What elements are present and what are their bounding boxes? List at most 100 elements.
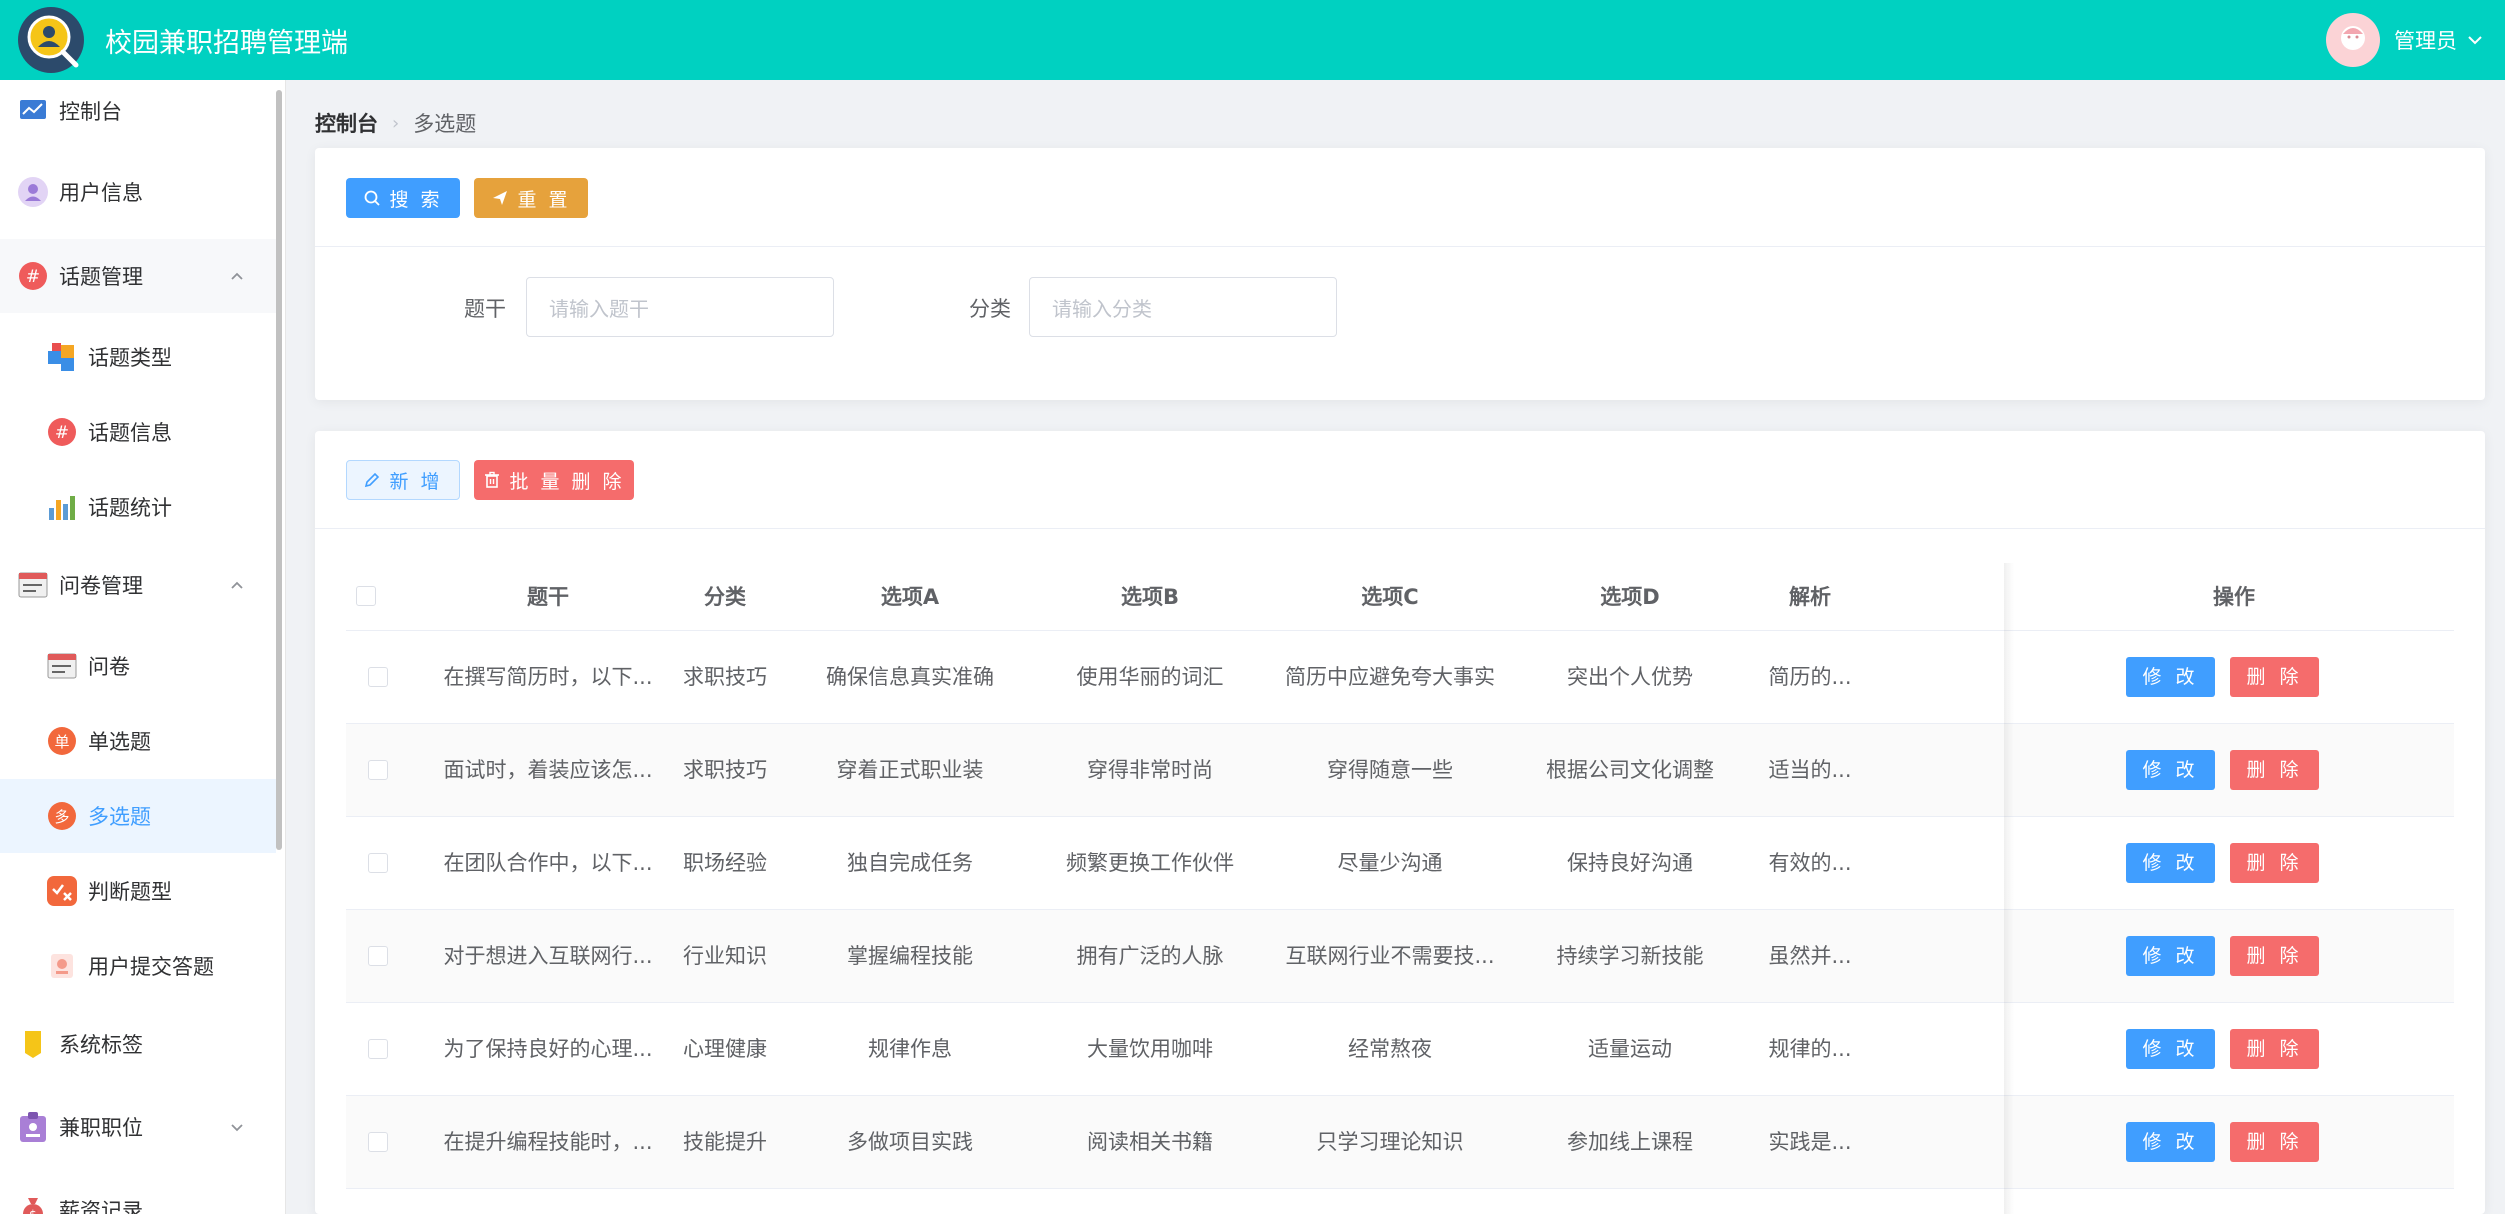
sidebar-item-part-time-jobs[interactable]: 兼职职位 xyxy=(0,1090,276,1164)
edit-button[interactable]: 修 改 xyxy=(2126,936,2215,976)
delete-button[interactable]: 删 除 xyxy=(2230,1029,2319,1069)
search-card: 搜 索 重 置 题干 请输入题干 分类 请输入分类 xyxy=(315,148,2485,400)
cell-option-d: 保持良好沟通 xyxy=(1567,851,1693,875)
reset-button[interactable]: 重 置 xyxy=(474,178,588,218)
cell-option-c: 穿得随意一些 xyxy=(1327,758,1453,782)
sidebar-item-topic-stats[interactable]: 话题统计 xyxy=(0,470,276,544)
hashtag-icon: # xyxy=(17,260,49,292)
app-title: 校园兼职招聘管理端 xyxy=(105,27,348,59)
svg-text:#: # xyxy=(55,423,69,443)
row-checkbox[interactable] xyxy=(368,853,388,873)
sidebar-item-survey-management[interactable]: 问卷管理 xyxy=(0,548,276,622)
blocks-icon xyxy=(46,341,78,373)
cell-option-a: 掌握编程技能 xyxy=(847,944,973,968)
select-all-checkbox[interactable] xyxy=(356,586,376,606)
sidebar-item-survey[interactable]: 问卷 xyxy=(0,629,276,703)
sidebar-item-label: 判断题型 xyxy=(88,880,172,904)
batch-delete-button[interactable]: 批 量 删 除 xyxy=(474,460,634,500)
sidebar-item-label: 用户信息 xyxy=(59,181,143,205)
edit-button[interactable]: 修 改 xyxy=(2126,1122,2215,1162)
search-button[interactable]: 搜 索 xyxy=(346,178,460,218)
user-menu[interactable]: 管理员 xyxy=(2326,0,2485,80)
cell-option-d: 参加线上课程 xyxy=(1567,1130,1693,1154)
cell-stem: 在团队合作中，以下... xyxy=(443,851,653,875)
cell-option-c: 经常熬夜 xyxy=(1348,1037,1432,1061)
edit-button[interactable]: 修 改 xyxy=(2126,843,2215,883)
submit-icon xyxy=(46,950,78,982)
stem-search-input[interactable]: 请输入题干 xyxy=(526,277,834,337)
cell-option-a: 穿着正式职业装 xyxy=(836,758,984,782)
row-checkbox[interactable] xyxy=(368,760,388,780)
cell-category: 心理健康 xyxy=(683,1037,767,1061)
cell-option-d: 突出个人优势 xyxy=(1567,665,1693,689)
edit-button[interactable]: 修 改 xyxy=(2126,750,2215,790)
cell-option-c: 只学习理论知识 xyxy=(1316,1130,1464,1154)
row-checkbox[interactable] xyxy=(368,946,388,966)
edit-button[interactable]: 修 改 xyxy=(2126,1029,2215,1069)
cell-stem: 在撰写简历时，以下... xyxy=(443,665,653,689)
sidebar-item-label: 系统标签 xyxy=(59,1033,143,1057)
cell-option-b: 穿得非常时尚 xyxy=(1087,758,1213,782)
cell-option-c: 尽量少沟通 xyxy=(1337,851,1443,875)
column-header-option-b: 选项B xyxy=(1120,585,1179,609)
add-button[interactable]: 新 增 xyxy=(346,460,460,500)
edit-button[interactable]: 修 改 xyxy=(2126,657,2215,697)
column-header-option-a: 选项A xyxy=(880,585,940,609)
sidebar-item-user-submissions[interactable]: 用户提交答题 xyxy=(0,929,276,1003)
cell-category: 技能提升 xyxy=(683,1130,767,1154)
delete-button[interactable]: 删 除 xyxy=(2230,1122,2319,1162)
sidebar-scrollbar[interactable] xyxy=(276,90,282,850)
delete-button[interactable]: 删 除 xyxy=(2230,843,2319,883)
chevron-down-icon xyxy=(231,1124,243,1132)
cell-analysis: 简历的... xyxy=(1768,665,1852,689)
chart-line-icon xyxy=(17,95,49,127)
search-icon xyxy=(365,190,381,206)
column-header-analysis: 解析 xyxy=(1789,585,1831,609)
sidebar-item-user-info[interactable]: 用户信息 xyxy=(0,155,276,229)
sidebar-item-single-choice[interactable]: 单 单选题 xyxy=(0,704,276,778)
cell-option-b: 拥有广泛的人脉 xyxy=(1076,944,1224,968)
tag-icon xyxy=(17,1028,49,1060)
delete-button[interactable]: 删 除 xyxy=(2230,936,2319,976)
sidebar-item-multi-choice[interactable]: 多 多选题 xyxy=(0,779,276,853)
sidebar-item-judge[interactable]: 判断题型 xyxy=(0,854,276,928)
chevron-down-icon[interactable] xyxy=(2465,30,2485,50)
table-row: 在提升编程技能时，... 技能提升 多做项目实践 阅读相关书籍 只学习理论知识 参加线上课… xyxy=(346,1096,2454,1189)
top-header: 校园兼职招聘管理端 管理员 xyxy=(0,0,2505,80)
row-checkbox[interactable] xyxy=(368,1132,388,1152)
table-row: 对于想进入互联网行... 行业知识 掌握编程技能 拥有广泛的人脉 互联网行业不需要技..… xyxy=(346,910,2454,1003)
column-header-actions: 操作 xyxy=(2213,585,2255,609)
sidebar-item-label: 问卷 xyxy=(88,655,130,679)
sidebar-item-topic-management[interactable]: # 话题管理 xyxy=(0,239,276,313)
sidebar-item-label: 用户提交答题 xyxy=(88,955,214,979)
avatar[interactable] xyxy=(2326,13,2380,67)
sidebar-item-label: 兼职职位 xyxy=(59,1116,143,1140)
delete-button[interactable]: 删 除 xyxy=(2230,657,2319,697)
sidebar-item-dashboard[interactable]: 控制台 xyxy=(0,80,276,148)
reset-button-label: 重 置 xyxy=(517,188,571,211)
sidebar-item-salary-records[interactable]: $ 薪资记录 xyxy=(0,1173,276,1214)
table-card: 新 增 批 量 删 除 题干 分类 选项A 选项B 选项C 选项D 解析 操作 … xyxy=(315,431,2485,1214)
hashtag-icon: # xyxy=(46,416,78,448)
table-row: 为了保持良好的心理... 心理健康 规律作息 大量饮用咖啡 经常熬夜 适量运动 规律的...… xyxy=(346,1003,2454,1096)
category-search-input[interactable]: 请输入分类 xyxy=(1029,277,1337,337)
admin-name[interactable]: 管理员 xyxy=(2394,25,2457,55)
sidebar-item-topic-info[interactable]: # 话题信息 xyxy=(0,395,276,469)
delete-button[interactable]: 删 除 xyxy=(2230,750,2319,790)
sidebar-item-topic-type[interactable]: 话题类型 xyxy=(0,320,276,394)
fixed-column-shadow xyxy=(2004,563,2014,1214)
table-header: 题干 分类 选项A 选项B 选项C 选项D 解析 操作 xyxy=(346,563,2454,631)
cell-option-b: 大量饮用咖啡 xyxy=(1087,1037,1213,1061)
column-header-option-d: 选项D xyxy=(1600,585,1660,609)
breadcrumb-root[interactable]: 控制台 xyxy=(315,108,378,138)
cell-option-a: 规律作息 xyxy=(868,1037,952,1061)
sidebar-item-system-tags[interactable]: 系统标签 xyxy=(0,1007,276,1081)
row-checkbox[interactable] xyxy=(368,667,388,687)
cell-option-d: 根据公司文化调整 xyxy=(1546,758,1714,782)
svg-text:#: # xyxy=(26,267,40,287)
row-checkbox[interactable] xyxy=(368,1039,388,1059)
svg-text:单: 单 xyxy=(54,733,69,751)
cell-option-a: 确保信息真实准确 xyxy=(826,665,994,689)
form-icon xyxy=(17,569,49,601)
cell-category: 求职技巧 xyxy=(683,665,767,689)
